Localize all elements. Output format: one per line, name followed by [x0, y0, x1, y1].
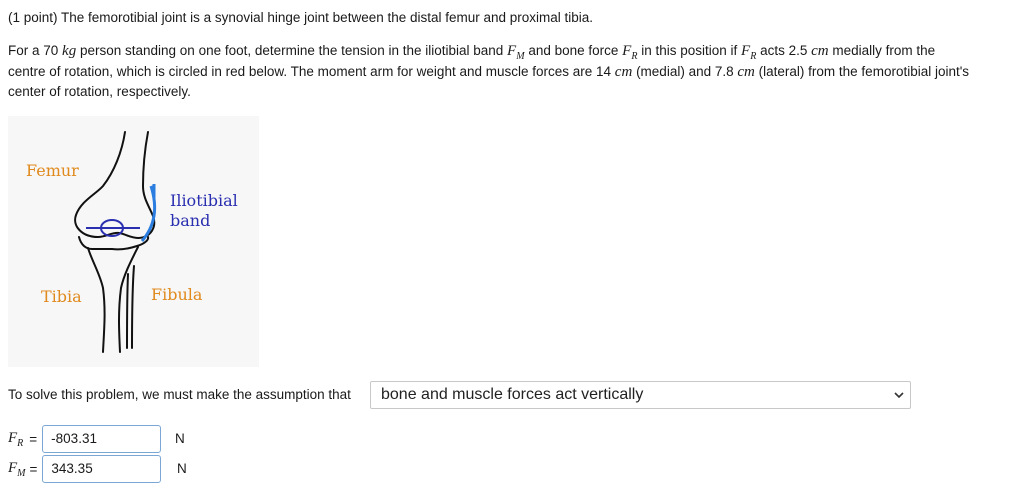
fm-answer-symbol: FM — [8, 459, 26, 479]
fibula-left-edge — [126, 273, 129, 349]
line1-text-e: acts 2.5 — [760, 43, 808, 58]
fm-answer-row: FM = 343.35 — [8, 455, 162, 483]
knee-joint-figure: Femur Iliotibial band Tibia Fibula — [8, 116, 259, 367]
fm-symbol: FM — [507, 43, 525, 62]
tibia-left-edge — [87, 247, 106, 353]
assumption-selected-value: bone and muscle forces act vertically — [381, 386, 644, 403]
line1-text-f: medially from the — [832, 43, 936, 58]
fr-answer-symbol: FR — [8, 429, 24, 449]
assumption-select[interactable]: bone and muscle forces act vertically — [370, 381, 911, 409]
problem-line-3: center of rotation, respectively. — [8, 84, 191, 99]
chevron-down-icon — [894, 392, 904, 399]
line1-text-c: and bone force — [528, 43, 619, 58]
femur-outline — [74, 131, 156, 239]
fr-equals: = — [29, 431, 38, 447]
problem-line-2: centre of rotation, which is circled in … — [8, 62, 969, 82]
assumption-prompt: To solve this problem, we must make the … — [8, 387, 351, 402]
mass-unit: kg — [62, 43, 77, 59]
iliotibial-label-line2: band — [170, 211, 211, 230]
line2-text-b: (medial) and 7.8 — [636, 64, 734, 79]
line1-text-a: For a 70 — [8, 43, 59, 58]
cm-unit-3: cm — [737, 64, 755, 80]
tibia-label: Tibia — [41, 287, 82, 306]
line2-text-a: centre of rotation, which is circled in … — [8, 64, 612, 79]
femur-label: Femur — [26, 161, 79, 180]
line1-text-d: in this position if — [641, 43, 738, 58]
fibula-right-edge — [131, 265, 135, 349]
cm-unit-2: cm — [614, 64, 633, 80]
knee-diagram-svg — [74, 131, 157, 353]
fr-answer-row: FR = -803.31 — [8, 425, 162, 453]
fr-unit: N — [175, 431, 185, 446]
fr-symbol-2: FR — [741, 43, 757, 62]
fm-input[interactable]: 343.35 — [42, 455, 162, 483]
iliotibial-label-line1: Iliotibial — [170, 191, 238, 210]
tibia-right-edge — [118, 246, 139, 353]
line2-text-c: (lateral) from the femorotibial joint's — [758, 64, 970, 79]
line1-text-b: person standing on one foot, determine t… — [79, 43, 504, 58]
fibula-label: Fibula — [151, 285, 203, 304]
fm-equals: = — [29, 461, 38, 477]
problem-header: (1 point) The femorotibial joint is a sy… — [8, 10, 594, 25]
cm-unit: cm — [811, 43, 829, 59]
fr-symbol: FR — [622, 43, 638, 62]
fm-unit: N — [177, 461, 187, 476]
fr-input[interactable]: -803.31 — [42, 425, 162, 453]
